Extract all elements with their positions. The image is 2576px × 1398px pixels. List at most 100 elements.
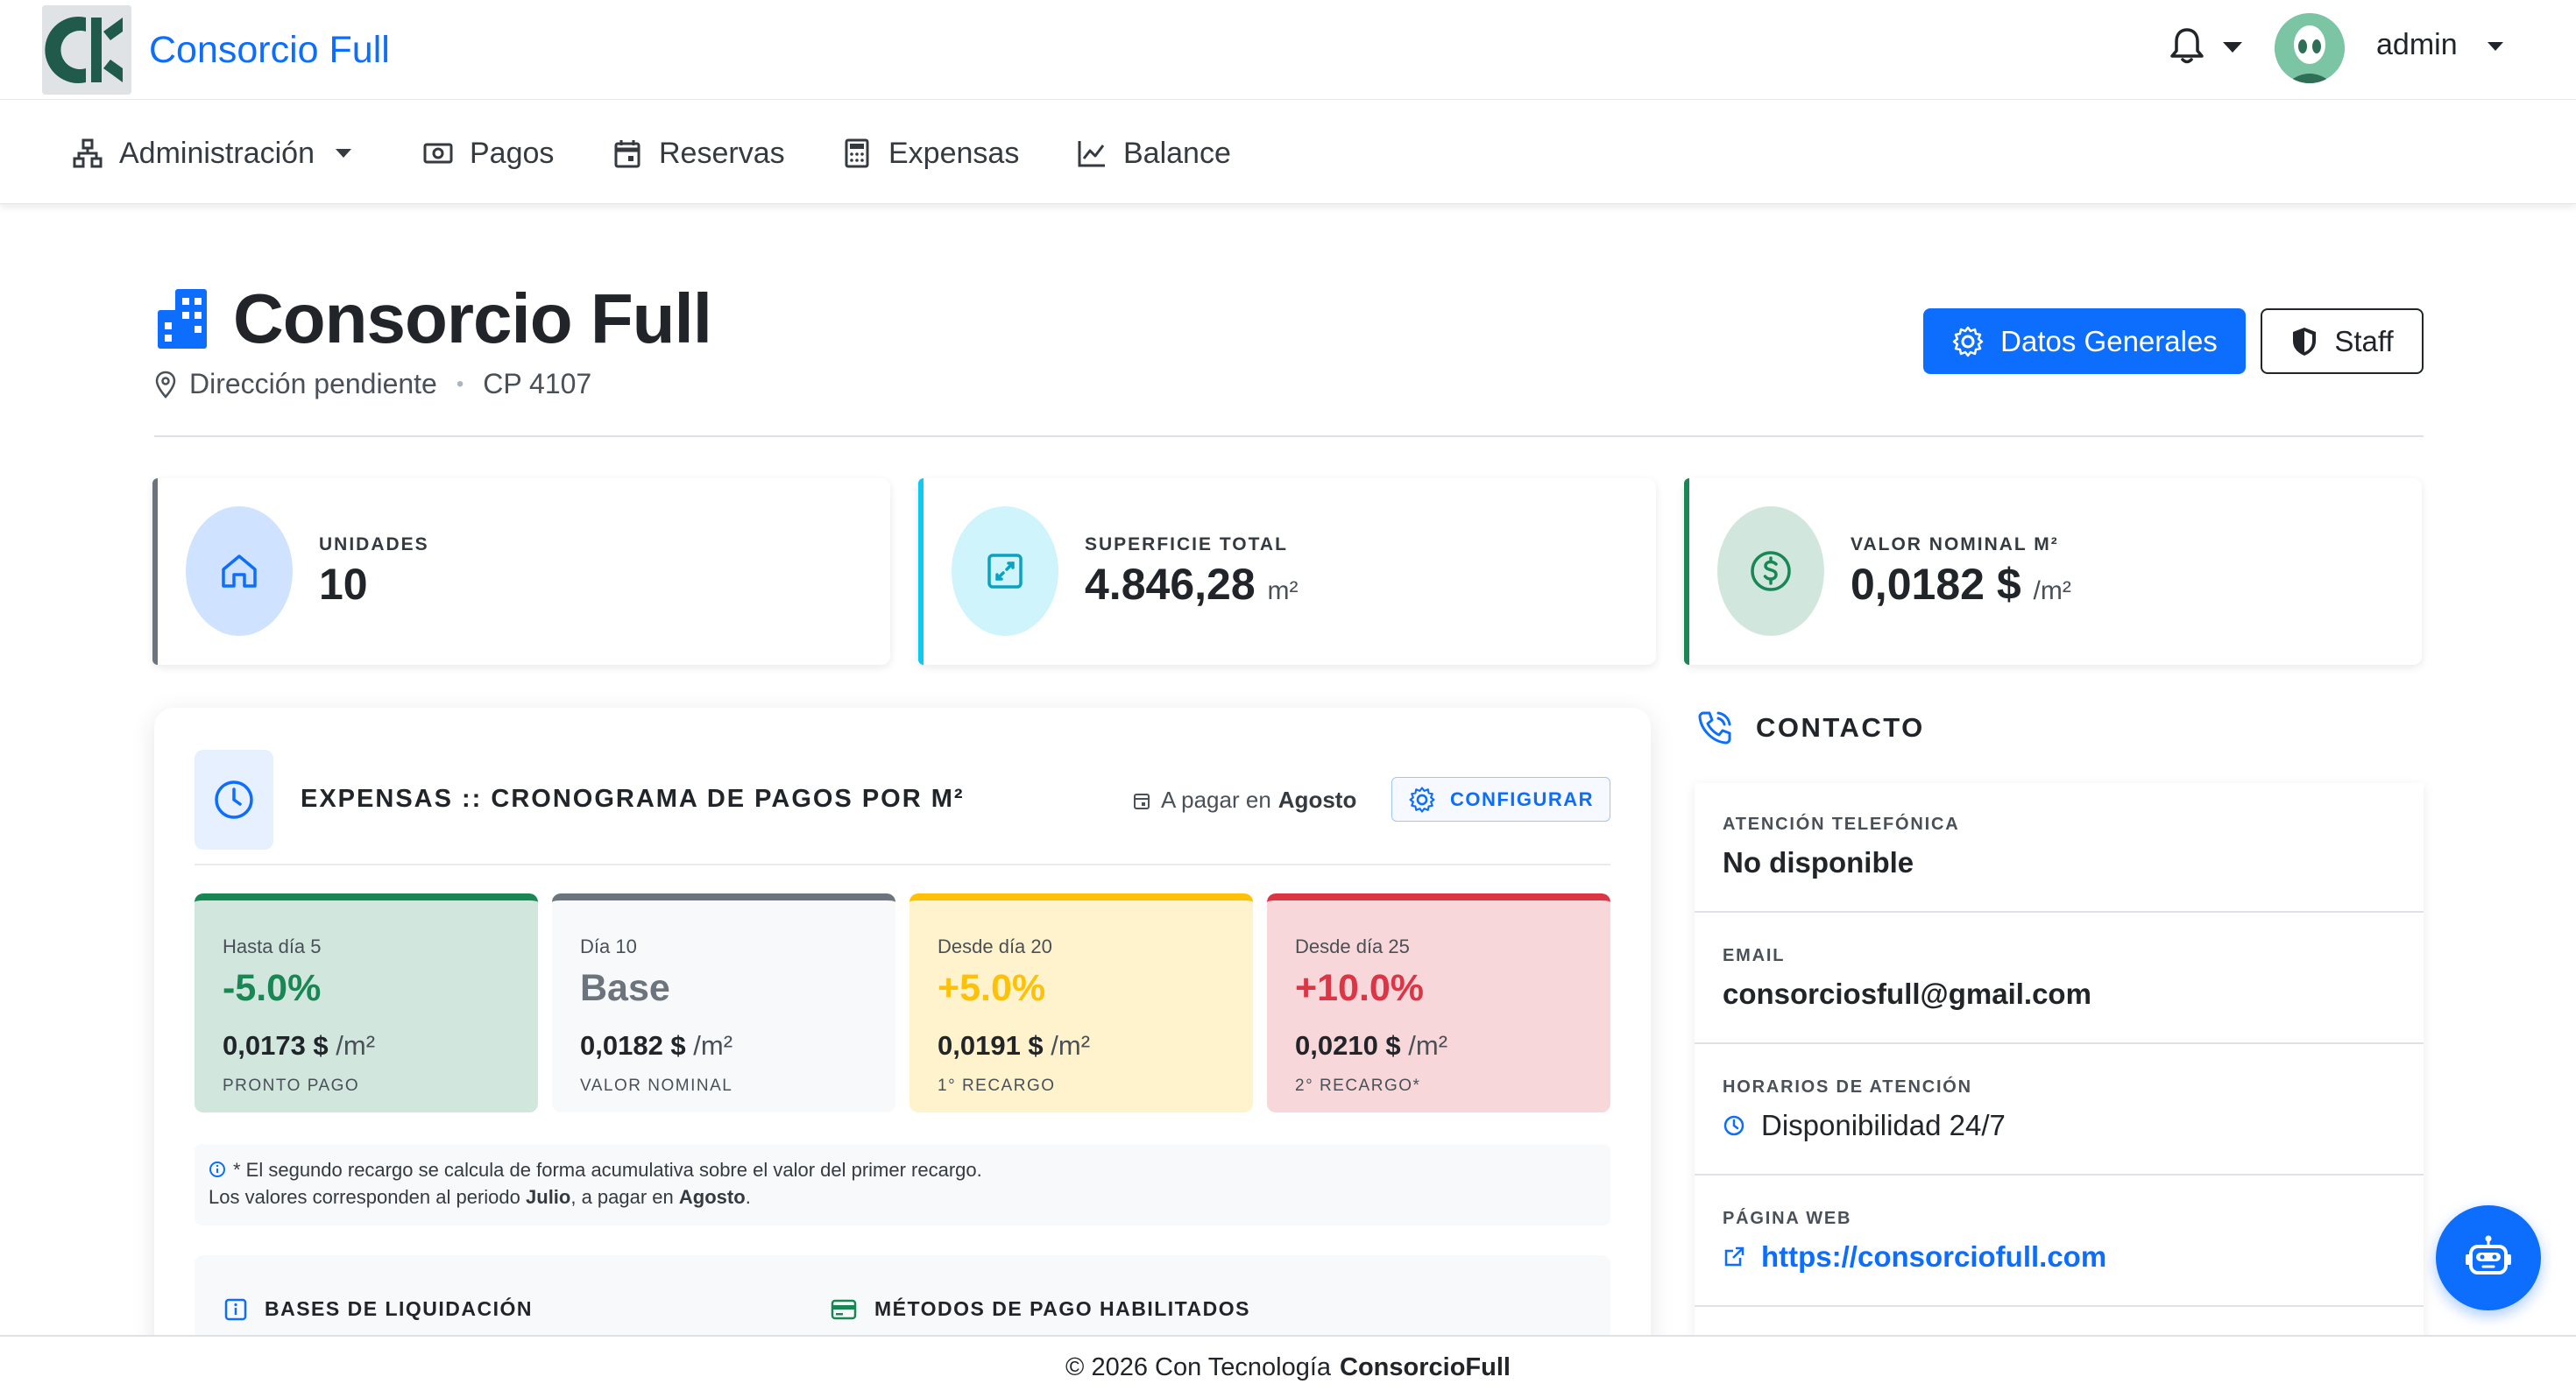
tier-value: 0,0191 $ /m² <box>938 1030 1090 1062</box>
user-menu-caret-icon[interactable] <box>2488 42 2503 51</box>
contact-label: HORARIOS DE ATENCIÓN <box>1723 1077 1972 1097</box>
tier-day: Desde día 20 <box>938 936 1052 957</box>
tier-value: 0,0210 $ /m² <box>1295 1030 1447 1062</box>
bell-icon <box>2170 28 2204 64</box>
clock-icon <box>215 780 253 819</box>
phone-volume-icon <box>1698 711 1731 745</box>
avatar[interactable] <box>2275 13 2345 83</box>
nav-label: Balance <box>1123 136 1231 170</box>
stat-unit: /m² <box>2033 576 2071 605</box>
tier-unit: /m² <box>1051 1030 1091 1061</box>
divider <box>195 864 1610 865</box>
external-link-icon <box>1724 1246 1744 1267</box>
datos-generales-button[interactable]: Datos Generales <box>1923 308 2246 374</box>
note-text-1: * El segundo recargo se calcula de forma… <box>233 1159 982 1181</box>
staff-button[interactable]: Staff <box>2261 308 2424 374</box>
footer: © 2026 Con Tecnología ConsorcioFull <box>0 1335 2576 1398</box>
datos-generales-label: Datos Generales <box>2000 324 2218 357</box>
notifications-button[interactable] <box>2169 25 2212 70</box>
website-url: https://consorciofull.com <box>1761 1240 2107 1273</box>
tier-card-base: Día 10 Base 0,0182 $ /m² VALOR NOMINAL <box>552 893 895 1112</box>
nav-administracion[interactable]: Administración <box>72 133 351 173</box>
tier-value: 0,0182 $ /m² <box>580 1030 732 1062</box>
money-icon <box>423 143 453 164</box>
contact-email: EMAIL consorciosfull@gmail.com <box>1695 914 2424 1044</box>
sitemap-icon <box>73 138 103 168</box>
schedule-card: EXPENSAS :: CRONOGRAMA DE PAGOS POR M² A… <box>154 708 1651 1398</box>
contact-value[interactable]: consorciosfull@gmail.com <box>1723 978 2091 1011</box>
note-text-2a: Los valores corresponden al periodo <box>209 1186 520 1208</box>
methods-title: MÉTODOS DE PAGO HABILITADOS <box>874 1297 1250 1320</box>
tier-percent: -5.0% <box>223 967 322 1009</box>
tier-card-pronto-pago: Hasta día 5 -5.0% 0,0173 $ /m² PRONTO PA… <box>195 893 538 1112</box>
tier-card-recargo-2: Desde día 25 +10.0% 0,0210 $ /m² 2° RECA… <box>1267 893 1610 1112</box>
tier-unit: /m² <box>336 1030 376 1061</box>
gear-icon <box>1409 786 1435 813</box>
contact-label: PÁGINA WEB <box>1723 1209 1852 1228</box>
info-circle-icon <box>209 1161 225 1177</box>
tier-percent: Base <box>580 967 670 1009</box>
nav-label: Pagos <box>470 136 555 170</box>
tier-value-number: 0,0182 $ <box>580 1030 686 1061</box>
gear-icon <box>1952 326 1984 357</box>
dollar-circle-icon <box>1751 551 1791 591</box>
stat-value: 4.846,28 m² <box>1085 559 1299 610</box>
tier-percent: +5.0% <box>938 967 1046 1009</box>
tier-unit: /m² <box>693 1030 733 1061</box>
nav-pagos[interactable]: Pagos <box>422 133 554 173</box>
brand[interactable]: Consorcio Full <box>42 4 390 95</box>
brand-logo <box>42 5 131 95</box>
tier-card-recargo-1: Desde día 20 +5.0% 0,0191 $ /m² 1° RECAR… <box>909 893 1253 1112</box>
configurar-button[interactable]: CONFIGURAR <box>1391 777 1610 822</box>
contact-label: ATENCIÓN TELEFÓNICA <box>1723 815 1960 834</box>
contact-hours: HORARIOS DE ATENCIÓN Disponibilidad 24/7 <box>1695 1046 2424 1176</box>
calendar-icon <box>614 140 640 168</box>
stat-card-superficie: SUPERFICIE TOTAL 4.846,28 m² <box>918 478 1656 665</box>
notifications-caret-icon[interactable] <box>2223 42 2242 53</box>
page-title-text: Consorcio Full <box>233 279 712 357</box>
clock-small-icon <box>1723 1115 1744 1136</box>
main-nav: Administración Pagos Reservas Expensas B… <box>0 100 2576 204</box>
contact-value: Disponibilidad 24/7 <box>1761 1109 2006 1141</box>
page-title: Consorcio Full <box>154 279 712 359</box>
address-line: Dirección pendiente • CP 4107 <box>154 368 591 400</box>
brand-name: Consorcio Full <box>149 28 390 71</box>
footer-text: © 2026 Con Tecnología <box>1065 1352 1332 1381</box>
clock-icon-box <box>195 750 273 850</box>
contact-label: EMAIL <box>1723 946 1786 965</box>
map-pin-icon <box>155 371 176 399</box>
stat-label: UNIDADES <box>319 534 429 554</box>
bases-title: BASES DE LIQUIDACIÓN <box>265 1297 534 1320</box>
nav-balance[interactable]: Balance <box>1076 133 1231 173</box>
stat-value-number: 0,0182 $ <box>1851 560 2021 609</box>
note-line-2: Los valores corresponden al periodo Juli… <box>209 1183 1596 1211</box>
note-line-1: * El segundo recargo se calcula de forma… <box>209 1156 1596 1183</box>
building-icon <box>158 289 207 349</box>
stat-label: VALOR NOMINAL M² <box>1851 534 2059 554</box>
pay-month: Agosto <box>1277 787 1357 813</box>
nav-label: Expensas <box>888 136 1020 170</box>
note-period: Julio <box>526 1186 571 1208</box>
website-link[interactable]: https://consorciofull.com <box>1723 1240 2106 1274</box>
note-text-2b: , a pagar en <box>570 1186 674 1208</box>
contact-value-row: Disponibilidad 24/7 <box>1723 1109 2006 1142</box>
tier-value: 0,0173 $ /m² <box>223 1030 375 1062</box>
nav-expensas[interactable]: Expensas <box>841 133 1019 173</box>
pay-month-indicator: A pagar en Agosto <box>1133 787 1356 814</box>
tier-unit: /m² <box>1408 1030 1448 1061</box>
footer-brand: ConsorcioFull <box>1340 1352 1511 1381</box>
nav-reservas[interactable]: Reservas <box>612 133 785 173</box>
postal-code: CP 4107 <box>483 368 592 399</box>
robot-icon <box>2466 1235 2511 1274</box>
user-name[interactable]: admin <box>2376 28 2458 62</box>
stat-value: 0,0182 $ /m² <box>1851 559 2071 610</box>
credit-card-icon <box>831 1299 857 1319</box>
contact-title: CONTACTO <box>1756 712 1925 743</box>
stat-icon-circle <box>186 506 293 636</box>
stat-unit: m² <box>1267 576 1299 605</box>
tier-value-number: 0,0191 $ <box>938 1030 1044 1061</box>
contact-web: PÁGINA WEB https://consorciofull.com <box>1695 1177 2424 1307</box>
bases-heading: BASES DE LIQUIDACIÓN <box>224 1297 533 1321</box>
address-separator: • <box>456 371 464 396</box>
chatbot-button[interactable] <box>2436 1205 2541 1310</box>
